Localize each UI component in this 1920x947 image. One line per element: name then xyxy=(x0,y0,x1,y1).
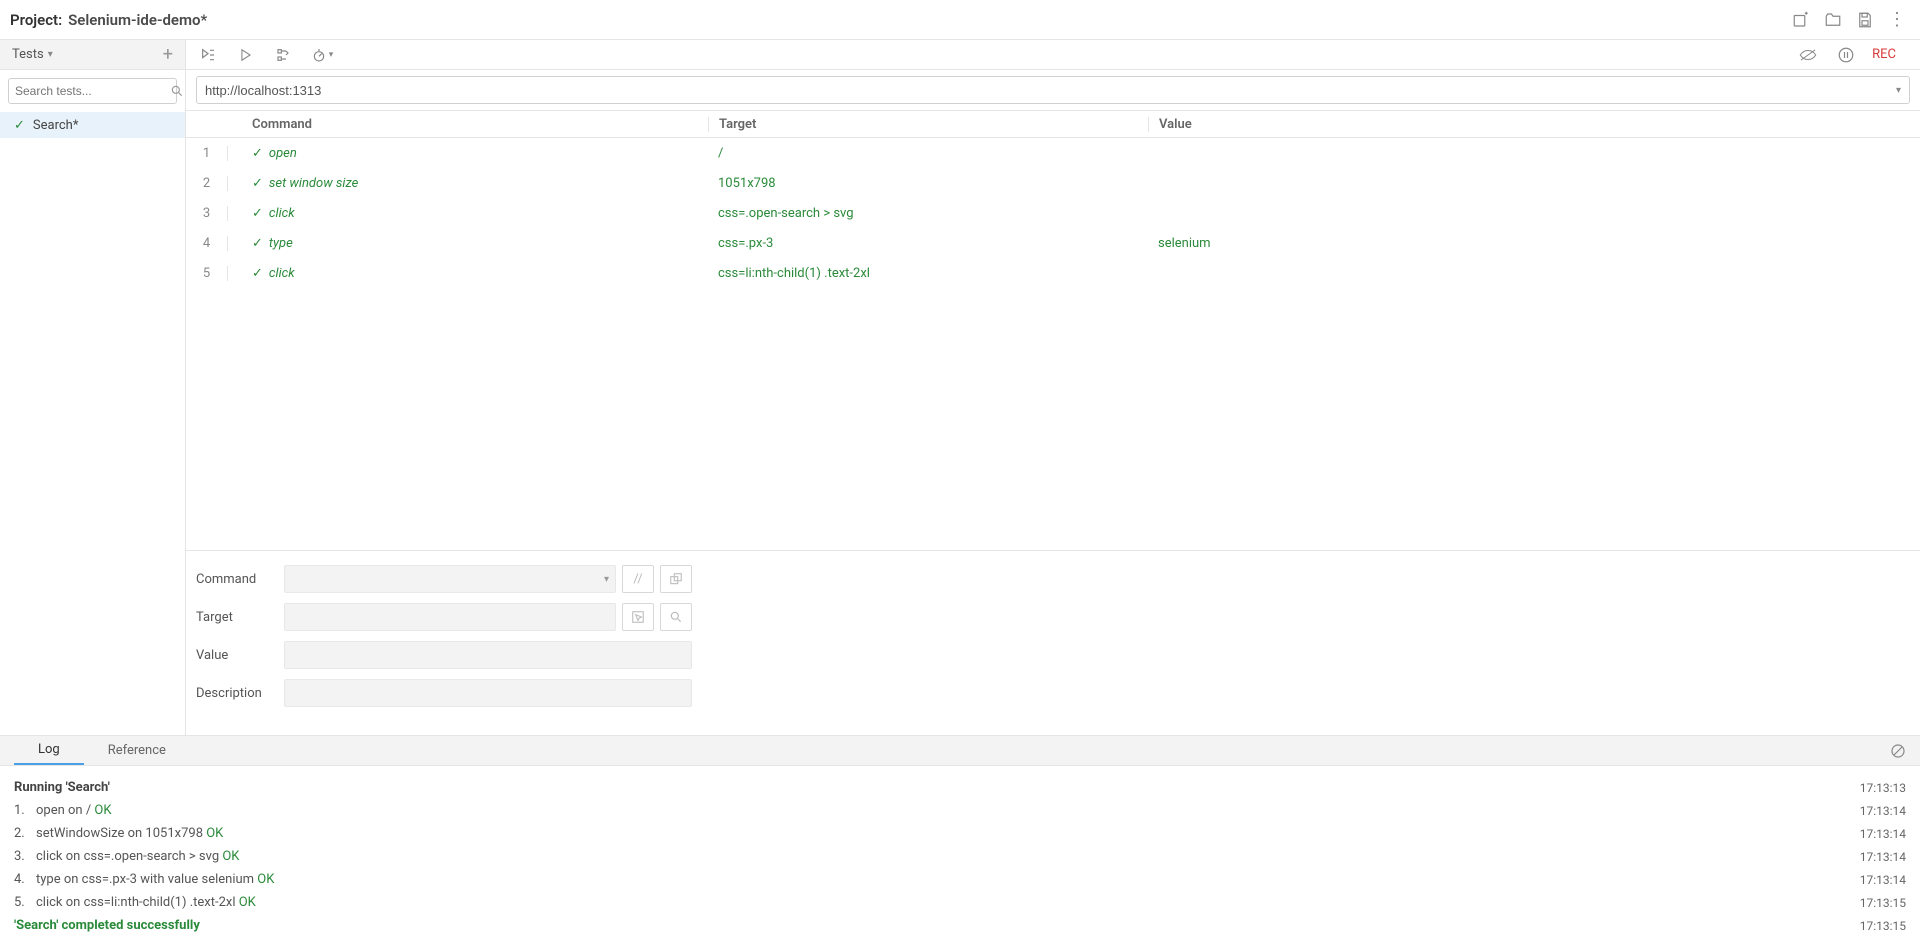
command-cell: click xyxy=(269,266,295,281)
log-time: 17:13:15 xyxy=(1860,919,1906,933)
tab-log-label: Log xyxy=(38,742,60,757)
log-row: 4.type on css=.px-3 with value selenium … xyxy=(14,868,1906,891)
topbar: Project: Selenium-ide-demo* ⋮ xyxy=(0,0,1920,40)
command-cell: set window size xyxy=(269,176,358,191)
log-time: 17:13:14 xyxy=(1860,804,1906,818)
open-folder-icon[interactable] xyxy=(1824,11,1842,29)
base-url-input-wrap: ▾ xyxy=(196,76,1910,104)
command-cell: open xyxy=(269,146,297,161)
search-tests-input[interactable] xyxy=(15,84,170,98)
log-panel: Running 'Search'17:13:131.open on / OK17… xyxy=(0,766,1920,947)
editor-target-label: Target xyxy=(196,610,284,625)
save-icon[interactable] xyxy=(1856,11,1874,29)
target-cell: css=li:nth-child(1) .text-2xl xyxy=(718,266,870,281)
disable-breakpoints-icon[interactable] xyxy=(1796,43,1820,67)
tab-reference-label: Reference xyxy=(108,743,166,758)
more-menu-icon[interactable]: ⋮ xyxy=(1888,9,1906,30)
row-number: 3 xyxy=(186,206,228,221)
target-cell: / xyxy=(718,146,723,161)
command-editor: Command ▾ // Target xyxy=(186,550,1920,735)
sidebar: Tests ▾ + ✓ Search* xyxy=(0,40,186,735)
check-icon: ✓ xyxy=(252,236,263,251)
tab-reference[interactable]: Reference xyxy=(84,736,190,765)
command-cell: type xyxy=(269,236,293,251)
log-row: Running 'Search'17:13:13 xyxy=(14,776,1906,799)
log-time: 17:13:15 xyxy=(1860,896,1906,910)
new-project-icon[interactable] xyxy=(1792,11,1810,29)
clear-log-icon[interactable] xyxy=(1890,743,1906,759)
target-cell: css=.px-3 xyxy=(718,236,773,251)
check-icon: ✓ xyxy=(14,118,25,133)
editor-description-label: Description xyxy=(196,686,284,701)
run-current-icon[interactable] xyxy=(234,43,258,67)
log-row: 3.click on css=.open-search > svg OK17:1… xyxy=(14,845,1906,868)
project-label: Project: xyxy=(10,11,62,29)
record-button[interactable]: REC xyxy=(1872,43,1896,67)
editor-description-field[interactable] xyxy=(284,679,692,707)
check-icon: ✓ xyxy=(252,146,263,161)
search-tests-input-wrap xyxy=(8,78,177,104)
search-icon[interactable] xyxy=(170,84,184,98)
log-time: 17:13:14 xyxy=(1860,873,1906,887)
project-name: Selenium-ide-demo* xyxy=(68,11,207,29)
toggle-comment-icon[interactable]: // xyxy=(622,565,654,593)
command-row[interactable]: 2 ✓ set window size 1051x798 xyxy=(186,168,1920,198)
command-row[interactable]: 3 ✓ click css=.open-search > svg xyxy=(186,198,1920,228)
col-target-label: Target xyxy=(719,117,756,132)
editor-value-field[interactable] xyxy=(284,641,692,669)
bottom-tabs: Log Reference xyxy=(0,736,1920,766)
editor-value-label: Value xyxy=(196,648,284,663)
command-row[interactable]: 4 ✓ type css=.px-3 selenium xyxy=(186,228,1920,258)
log-row: 'Search' completed successfully17:13:15 xyxy=(14,914,1906,937)
log-time: 17:13:14 xyxy=(1860,827,1906,841)
step-over-icon[interactable] xyxy=(272,43,296,67)
target-cell: 1051x798 xyxy=(718,176,776,191)
open-new-window-icon[interactable] xyxy=(660,565,692,593)
log-row: 2.setWindowSize on 1051x798 OK17:13:14 xyxy=(14,822,1906,845)
test-item-search[interactable]: ✓ Search* xyxy=(0,112,185,138)
select-target-icon[interactable] xyxy=(622,603,654,631)
editor-command-field[interactable]: ▾ xyxy=(284,565,616,593)
editor-command-label: Command xyxy=(196,572,284,587)
toolbar: ▾ REC xyxy=(186,40,1920,70)
add-test-icon[interactable]: + xyxy=(163,44,173,65)
row-number: 4 xyxy=(186,236,228,251)
check-icon: ✓ xyxy=(252,266,263,281)
pause-icon[interactable] xyxy=(1834,43,1858,67)
col-value-label: Value xyxy=(1159,117,1192,132)
log-row: 1.open on / OK17:13:14 xyxy=(14,799,1906,822)
chevron-down-icon: ▾ xyxy=(48,49,53,60)
speed-icon[interactable]: ▾ xyxy=(310,43,334,67)
command-row[interactable]: 5 ✓ click css=li:nth-child(1) .text-2xl xyxy=(186,258,1920,288)
tests-panel-label: Tests xyxy=(12,47,44,62)
row-number: 2 xyxy=(186,176,228,191)
log-time: 17:13:14 xyxy=(1860,850,1906,864)
row-number: 1 xyxy=(186,146,228,161)
check-icon: ✓ xyxy=(252,206,263,221)
target-cell: css=.open-search > svg xyxy=(718,206,854,221)
command-row[interactable]: 1 ✓ open / xyxy=(186,138,1920,168)
col-command-label: Command xyxy=(252,117,312,132)
log-time: 17:13:13 xyxy=(1860,781,1906,795)
run-all-icon[interactable] xyxy=(196,43,220,67)
chevron-down-icon[interactable]: ▾ xyxy=(1896,85,1901,96)
test-item-label: Search* xyxy=(33,118,79,133)
tests-panel-header[interactable]: Tests ▾ + xyxy=(0,40,185,70)
find-target-icon[interactable] xyxy=(660,603,692,631)
base-url-input[interactable] xyxy=(205,83,1896,98)
editor-target-field[interactable] xyxy=(284,603,616,631)
log-row: 5.click on css=li:nth-child(1) .text-2xl… xyxy=(14,891,1906,914)
check-icon: ✓ xyxy=(252,176,263,191)
value-cell: selenium xyxy=(1158,236,1211,251)
command-cell: click xyxy=(269,206,295,221)
row-number: 5 xyxy=(186,266,228,281)
command-table-header: Command Target Value xyxy=(186,110,1920,138)
tab-log[interactable]: Log xyxy=(14,736,84,765)
